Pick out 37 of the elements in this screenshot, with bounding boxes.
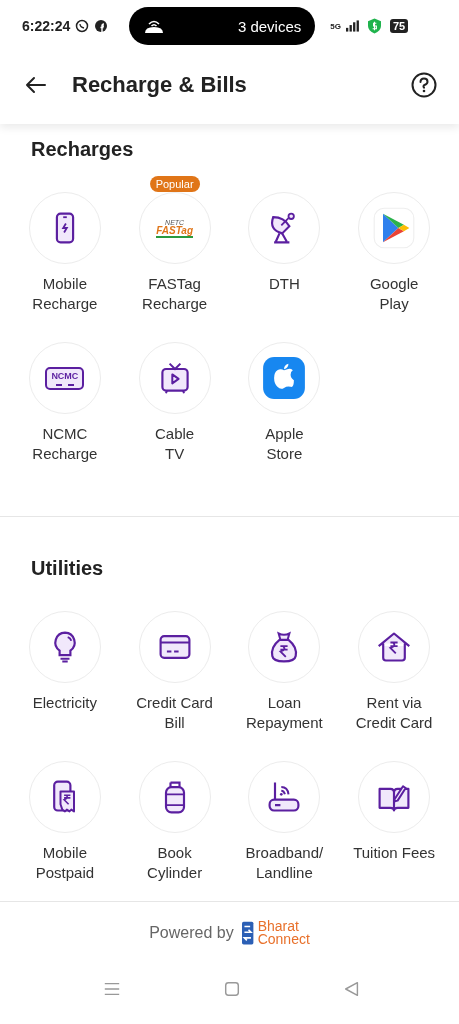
apple-store-icon <box>262 356 307 400</box>
service-label: Cable TV <box>154 424 196 464</box>
help-icon[interactable] <box>411 72 437 98</box>
section-title: Recharges <box>31 138 135 161</box>
service-label: Apple Store <box>264 424 305 464</box>
service-label: Google Play <box>368 274 420 314</box>
home-icon[interactable] <box>223 980 241 998</box>
hotspot-pill[interactable]: 3 devices <box>129 7 316 45</box>
popular-badge: Popular <box>149 176 200 192</box>
chat-icon <box>75 19 90 33</box>
service-label: Mobile Recharge <box>31 274 99 314</box>
menu-icon[interactable] <box>103 980 121 998</box>
section-title: Utilities <box>31 557 105 580</box>
service-label: Rent via Credit Card <box>354 693 434 733</box>
status-time: 6:22:24 <box>22 18 71 34</box>
service-label: DTH <box>267 274 301 294</box>
service-label: NCMC Recharge <box>31 424 99 464</box>
service-label: FASTag Recharge <box>141 274 209 314</box>
service-label: Electricity <box>31 693 98 713</box>
battery-level: 75 <box>389 19 409 33</box>
network-label: 5G <box>330 21 341 31</box>
service-label: Broadband/ Landline <box>244 843 325 883</box>
shield-icon <box>367 18 381 34</box>
ncmc-card-icon: NCMC <box>45 366 85 390</box>
page-title: Recharge & Bills <box>72 72 248 98</box>
service-label: Credit Card Bill <box>135 693 214 733</box>
service-label: Loan Repayment <box>245 693 324 733</box>
service-label: Mobile Postpaid <box>34 843 96 883</box>
service-label: Tuition Fees <box>352 843 437 863</box>
hotspot-icon <box>143 18 166 34</box>
powered-by-text: Powered by <box>149 924 234 942</box>
bharat-connect-logo: Bharat Connect <box>241 920 310 946</box>
service-label: Book Cylinder <box>146 843 204 883</box>
back-icon[interactable] <box>343 980 361 998</box>
social-icon <box>94 19 109 33</box>
signal-icon <box>345 20 359 32</box>
play-store-icon <box>372 206 417 250</box>
